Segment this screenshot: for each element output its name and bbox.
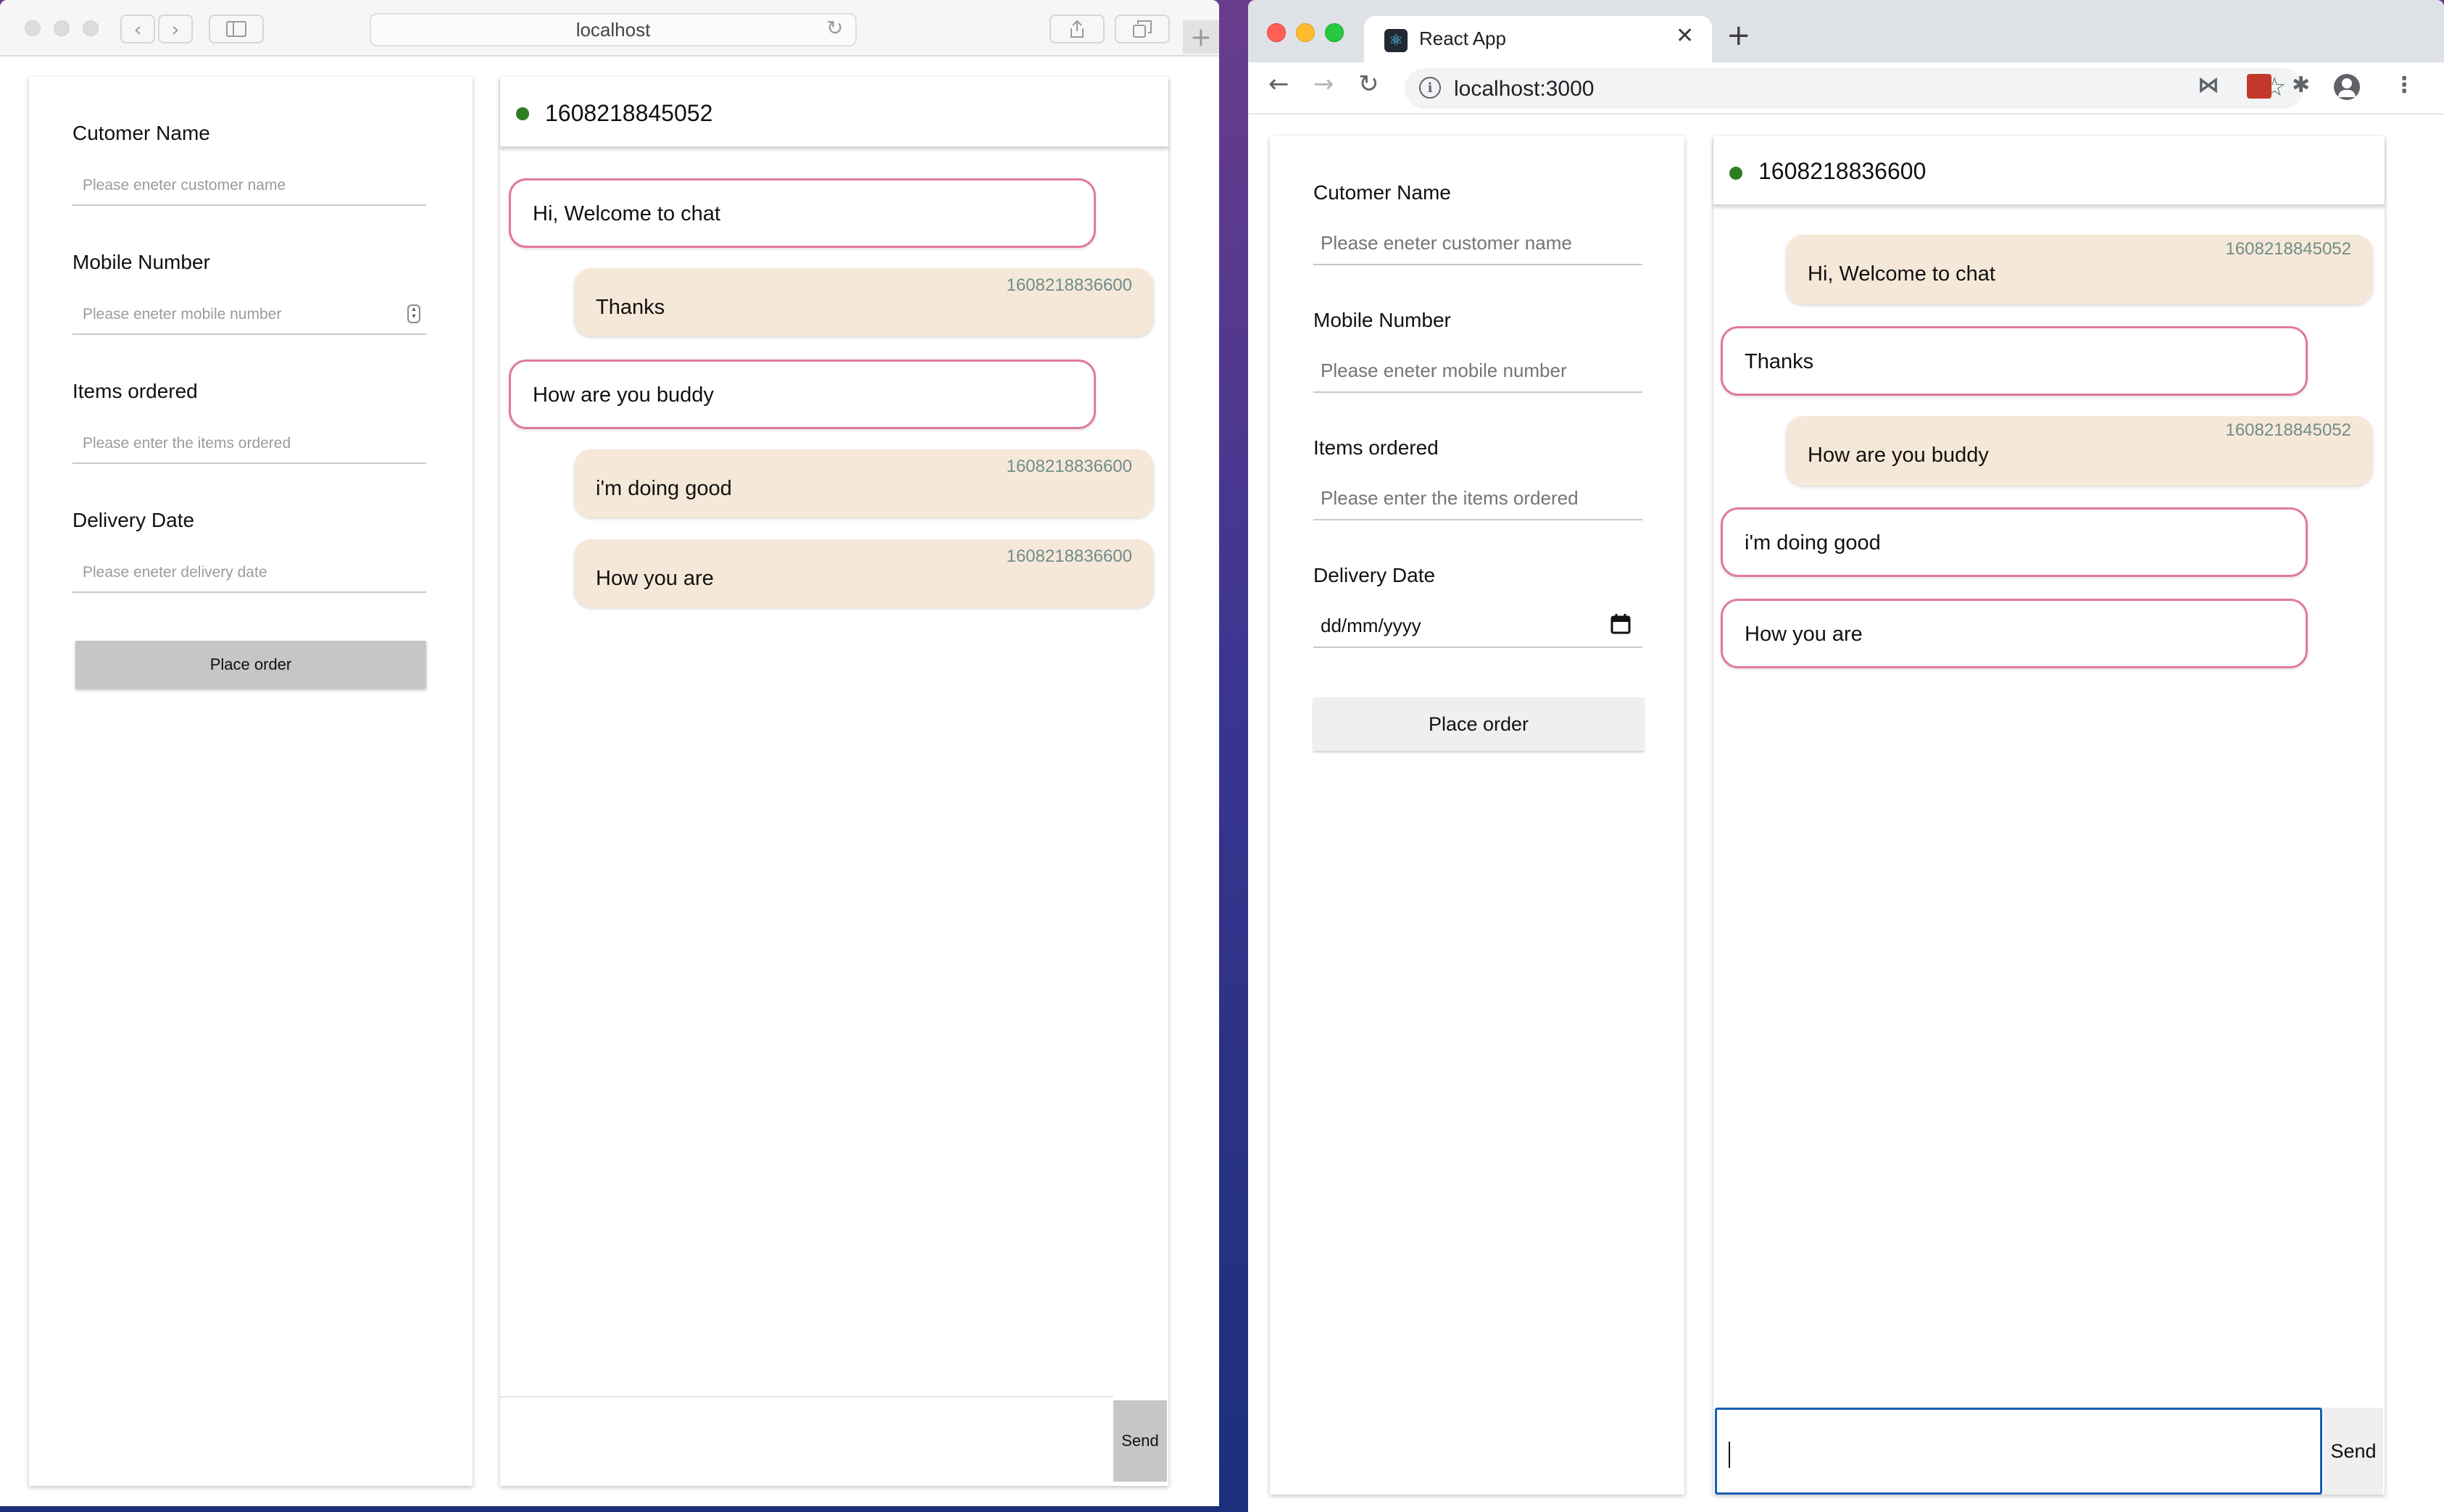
zoom-window-button[interactable] (83, 20, 99, 36)
new-tab-button[interactable]: + (1183, 20, 1219, 54)
online-status-dot (516, 107, 529, 120)
tab-title: React App (1419, 28, 1506, 49)
items-ordered-input[interactable]: Please enter the items ordered (1313, 475, 1642, 520)
message-input[interactable] (1715, 1408, 2322, 1495)
order-form-panel: Cutomer Name Please eneter customer name… (1270, 136, 1684, 1495)
chat-panel: 1608218836600 1608218845052 Hi, Welcome … (1713, 136, 2385, 1495)
back-icon[interactable]: ← (1268, 70, 1289, 99)
message-bubble-incoming: i'm doing good (1721, 507, 2308, 577)
profile-icon[interactable] (2334, 74, 2360, 100)
send-button[interactable]: Send (2324, 1408, 2383, 1495)
forward-icon[interactable]: › (158, 14, 193, 43)
mobile-number-input[interactable]: Please eneter mobile number ▴ ▾ (72, 293, 426, 335)
chat-user-id: 1608218845052 (545, 100, 713, 126)
message-text: How are you buddy (533, 383, 714, 407)
minimize-window-button[interactable] (1296, 23, 1315, 42)
omnibox[interactable]: i localhost:3000 ☆ (1405, 68, 2303, 109)
safari-toolbar: ‹ › localhost ↻ (0, 0, 1219, 57)
message-sender-id: 1608218836600 (1006, 547, 1132, 566)
chat-header: 1608218845052 (500, 77, 1168, 148)
message-text: Hi, Welcome to chat (533, 202, 720, 225)
message-bubble-incoming: Hi, Welcome to chat (509, 178, 1096, 248)
chrome-window: ⚛ React App ✕ + ← → ↻ i localhost:3000 ☆… (1248, 0, 2444, 1512)
extension-icon[interactable]: ✱ (2292, 72, 2310, 98)
extension-icon[interactable]: ⋈ (2198, 72, 2219, 98)
message-text: Thanks (1745, 350, 1814, 373)
close-window-button[interactable] (1267, 23, 1286, 42)
message-text: i'm doing good (596, 477, 732, 500)
message-bubble-incoming: How you are (1721, 599, 2308, 668)
back-icon[interactable]: ‹ (120, 14, 155, 43)
delivery-date-input[interactable]: Please eneter delivery date (72, 551, 426, 593)
online-status-dot (1729, 167, 1742, 180)
address-text: localhost:3000 (1454, 77, 1595, 101)
mobile-number-label: Mobile Number (72, 251, 210, 273)
mobile-number-placeholder: Please eneter mobile number (83, 306, 282, 323)
extension-icon[interactable] (2247, 74, 2271, 99)
calendar-icon[interactable] (1610, 613, 1631, 640)
place-order-button[interactable]: Place order (1313, 697, 1644, 751)
items-ordered-label: Items ordered (1313, 436, 1439, 459)
menu-icon[interactable]: ⋮ (2393, 72, 2415, 98)
forward-icon[interactable]: → (1313, 70, 1334, 99)
reload-icon[interactable]: ↻ (826, 16, 843, 40)
stepper-icon[interactable]: ▴ ▾ (407, 304, 420, 323)
message-bubble-outgoing: 1608218836600 i'm doing good (574, 449, 1154, 518)
tab-react-app[interactable]: ⚛ React App ✕ (1364, 16, 1712, 62)
message-input[interactable] (500, 1396, 1113, 1486)
close-window-button[interactable] (25, 20, 41, 36)
zoom-window-button[interactable] (1325, 23, 1344, 42)
message-bubble-outgoing: 1608218845052 Hi, Welcome to chat (1786, 235, 2373, 304)
share-icon[interactable] (1049, 14, 1105, 43)
delivery-date-label: Delivery Date (1313, 564, 1436, 586)
message-bubble-incoming: How are you buddy (509, 360, 1096, 429)
place-order-button[interactable]: Place order (75, 641, 426, 689)
date-format-text: dd/mm/yyyy (1321, 615, 1421, 636)
close-icon[interactable]: ✕ (1676, 23, 1694, 49)
address-bar[interactable]: localhost (370, 13, 857, 46)
message-bubble-outgoing: 1608218836600 Thanks (574, 268, 1154, 336)
sidebar-icon[interactable] (209, 14, 264, 43)
order-form-panel: Cutomer Name Please eneter customer name… (29, 77, 473, 1486)
chat-user-id: 1608218836600 (1758, 158, 1926, 184)
page-viewport: Cutomer Name Please eneter customer name… (1248, 115, 2444, 1512)
message-sender-id: 1608218836600 (1006, 457, 1132, 476)
delivery-date-label: Delivery Date (72, 509, 195, 531)
tabs-icon[interactable] (1115, 14, 1170, 43)
message-text: How are you buddy (1808, 444, 1989, 467)
message-bubble-outgoing: 1608218845052 How are you buddy (1786, 416, 2373, 486)
safari-window: ‹ › localhost ↻ + Cutomer Name Please en… (0, 0, 1219, 1506)
message-bubble-incoming: Thanks (1721, 326, 2308, 396)
send-button[interactable]: Send (1113, 1400, 1167, 1482)
customer-name-label: Cutomer Name (1313, 181, 1451, 204)
customer-name-label: Cutomer Name (72, 122, 210, 144)
plus-icon[interactable]: + (1726, 19, 1751, 52)
minimize-window-button[interactable] (54, 20, 70, 36)
text-cursor (1729, 1442, 1730, 1468)
chat-header: 1608218836600 (1713, 136, 2385, 206)
customer-name-input[interactable]: Please eneter customer name (72, 164, 426, 206)
items-ordered-label: Items ordered (72, 380, 198, 402)
message-bubble-outgoing: 1608218836600 How you are (574, 539, 1154, 607)
chrome-toolbar: ← → ↻ i localhost:3000 ☆ ⋈ ✱ ⋮ (1248, 62, 2444, 115)
mobile-number-label: Mobile Number (1313, 309, 1451, 331)
items-ordered-input[interactable]: Please enter the items ordered (72, 422, 426, 464)
message-sender-id: 1608218836600 (1006, 275, 1132, 295)
delivery-date-input[interactable]: dd/mm/yyyy (1313, 602, 1642, 648)
reload-icon[interactable]: ↻ (1358, 70, 1379, 99)
react-logo-icon: ⚛ (1384, 29, 1408, 52)
message-text: Thanks (596, 296, 665, 319)
info-icon[interactable]: i (1419, 77, 1441, 99)
message-sender-id: 1608218845052 (2225, 239, 2351, 259)
mobile-number-input[interactable]: Please eneter mobile number (1313, 348, 1642, 393)
customer-name-input[interactable]: Please eneter customer name (1313, 220, 1642, 265)
message-text: How you are (596, 567, 714, 590)
message-text: Hi, Welcome to chat (1808, 262, 1995, 286)
chrome-tab-strip: ⚛ React App ✕ + (1248, 0, 2444, 62)
chat-panel: 1608218845052 Hi, Welcome to chat 160821… (500, 77, 1168, 1486)
message-sender-id: 1608218845052 (2225, 420, 2351, 440)
message-text: How you are (1745, 623, 1863, 646)
message-text: i'm doing good (1745, 531, 1881, 554)
